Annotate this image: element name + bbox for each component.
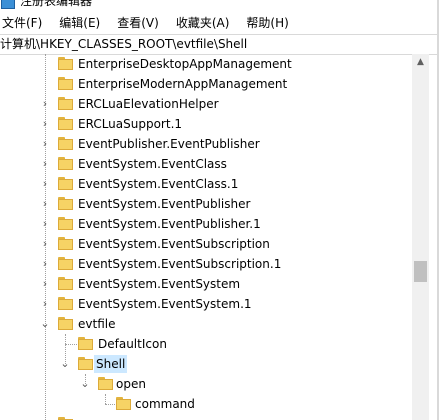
tree-item-label[interactable]: EnterpriseDesktopAppManagement [76, 55, 294, 73]
tree-item-selected[interactable]: ⌄ Shell [0, 354, 412, 374]
folder-icon [58, 317, 73, 331]
chevron-right-icon[interactable]: › [40, 134, 50, 154]
tree-item[interactable]: › ERCLuaElevationHelper [0, 94, 412, 114]
tree-item[interactable]: › EventSystem.EventSubscription.1 [0, 254, 412, 274]
menu-favorites[interactable]: 收藏夹(A) [174, 13, 237, 33]
tree-item-label[interactable]: EventSystem.EventSubscription.1 [76, 255, 283, 273]
tree-item-label[interactable]: DefaultIcon [96, 335, 169, 353]
tree-item-label[interactable]: evtfile [76, 315, 117, 333]
folder-icon [98, 377, 113, 391]
tree-item[interactable]: › EventSystem.EventPublisher.1 [0, 214, 412, 234]
tree-item[interactable]: ⌄ evtfile [0, 314, 412, 334]
tree-item-label[interactable]: EventSystem.EventPublisher.1 [76, 215, 263, 233]
chevron-right-icon[interactable]: › [40, 214, 50, 234]
chevron-right-icon[interactable]: › [40, 94, 50, 114]
folder-icon [58, 137, 73, 151]
chevron-down-icon[interactable]: ⌄ [60, 354, 70, 374]
address-bar[interactable]: 计算机\HKEY_CLASSES_ROOT\evtfile\Shell [0, 34, 438, 55]
folder-icon [58, 237, 73, 251]
tree-item[interactable]: command [0, 394, 412, 414]
tree-item[interactable]: EnterpriseModernAppManagement [0, 74, 412, 94]
folder-icon [58, 57, 73, 71]
scroll-up-arrow-icon[interactable]: ▲ [412, 54, 429, 71]
tree-item[interactable]: › EventSystem.EventClass [0, 154, 412, 174]
chevron-right-icon[interactable]: › [40, 174, 50, 194]
address-path[interactable]: 计算机\HKEY_CLASSES_ROOT\evtfile\Shell [0, 36, 247, 53]
vertical-scrollbar[interactable]: ▲ [412, 54, 429, 420]
tree-item-label[interactable] [76, 415, 80, 420]
tree-item[interactable]: › EventSystem.EventPublisher [0, 194, 412, 214]
menu-bar: 文件(F) 编辑(E) 查看(V) 收藏夹(A) 帮助(H) [0, 13, 439, 33]
folder-icon [58, 217, 73, 231]
tree-item-label[interactable]: ERCLuaSupport.1 [76, 115, 184, 133]
folder-icon [58, 177, 73, 191]
tree-item-label[interactable]: EventSystem.EventSystem.1 [76, 295, 254, 313]
chevron-right-icon[interactable]: › [40, 414, 50, 420]
folder-icon [58, 117, 73, 131]
menu-view[interactable]: 查看(V) [115, 13, 166, 33]
tree-item-label[interactable]: EventSystem.EventSubscription [76, 235, 272, 253]
tree-item-label[interactable]: EventSystem.EventSystem [76, 275, 242, 293]
chevron-right-icon[interactable]: › [40, 254, 50, 274]
folder-icon [116, 397, 131, 411]
tree-item-label[interactable]: ERCLuaElevationHelper [76, 95, 221, 113]
chevron-down-icon[interactable]: ⌄ [80, 374, 90, 394]
menu-help[interactable]: 帮助(H) [244, 13, 295, 33]
chevron-right-icon[interactable]: › [40, 154, 50, 174]
chevron-right-icon[interactable]: › [40, 294, 50, 314]
tree-item[interactable]: › EventSystem.EventClass.1 [0, 174, 412, 194]
folder-icon [58, 97, 73, 111]
tree-item[interactable]: › ERCLuaSupport.1 [0, 114, 412, 134]
folder-icon [78, 357, 93, 371]
chevron-down-icon[interactable]: ⌄ [40, 314, 50, 334]
window-title: 注册表编辑器 [20, 0, 93, 8]
regedit-app-icon [1, 0, 15, 9]
menu-file[interactable]: 文件(F) [0, 13, 49, 33]
tree-item-label[interactable]: EventSystem.EventPublisher [76, 195, 252, 213]
chevron-right-icon[interactable]: › [40, 274, 50, 294]
tree-item[interactable]: › EventSystem.EventSystem [0, 274, 412, 294]
chevron-right-icon[interactable]: › [40, 194, 50, 214]
menu-edit[interactable]: 编辑(E) [57, 13, 107, 33]
tree-item[interactable]: EnterpriseDesktopAppManagement [0, 54, 412, 74]
folder-icon [58, 257, 73, 271]
folder-icon [58, 197, 73, 211]
tree-item-label[interactable]: command [133, 395, 197, 413]
tree-item-label[interactable]: EventPublisher.EventPublisher [76, 135, 262, 153]
tree-item-label[interactable]: EventSystem.EventClass [76, 155, 229, 173]
tree-item[interactable]: ⌄ open [0, 374, 412, 394]
folder-icon [58, 157, 73, 171]
folder-icon [58, 297, 73, 311]
tree-item[interactable]: DefaultIcon [0, 334, 412, 354]
chevron-right-icon[interactable]: › [40, 234, 50, 254]
folder-icon [58, 77, 73, 91]
tree-item[interactable]: › EventSystem.EventSubscription [0, 234, 412, 254]
tree-item-label[interactable]: EnterpriseModernAppManagement [76, 75, 289, 93]
tree-item[interactable]: › [0, 414, 412, 420]
tree-item-label[interactable]: Shell [94, 355, 128, 373]
scroll-thumb[interactable] [414, 261, 427, 282]
registry-tree[interactable]: EnterpriseDesktopAppManagement Enterpris… [0, 54, 412, 420]
tree-item-label[interactable]: EventSystem.EventClass.1 [76, 175, 240, 193]
tree-item[interactable]: › EventSystem.EventSystem.1 [0, 294, 412, 314]
folder-icon [58, 277, 73, 291]
chevron-right-icon[interactable]: › [40, 114, 50, 134]
tree-item-label[interactable]: open [114, 375, 148, 393]
tree-item[interactable]: › EventPublisher.EventPublisher [0, 134, 412, 154]
folder-icon [78, 337, 93, 351]
title-bar: 注册表编辑器 [0, 0, 439, 11]
